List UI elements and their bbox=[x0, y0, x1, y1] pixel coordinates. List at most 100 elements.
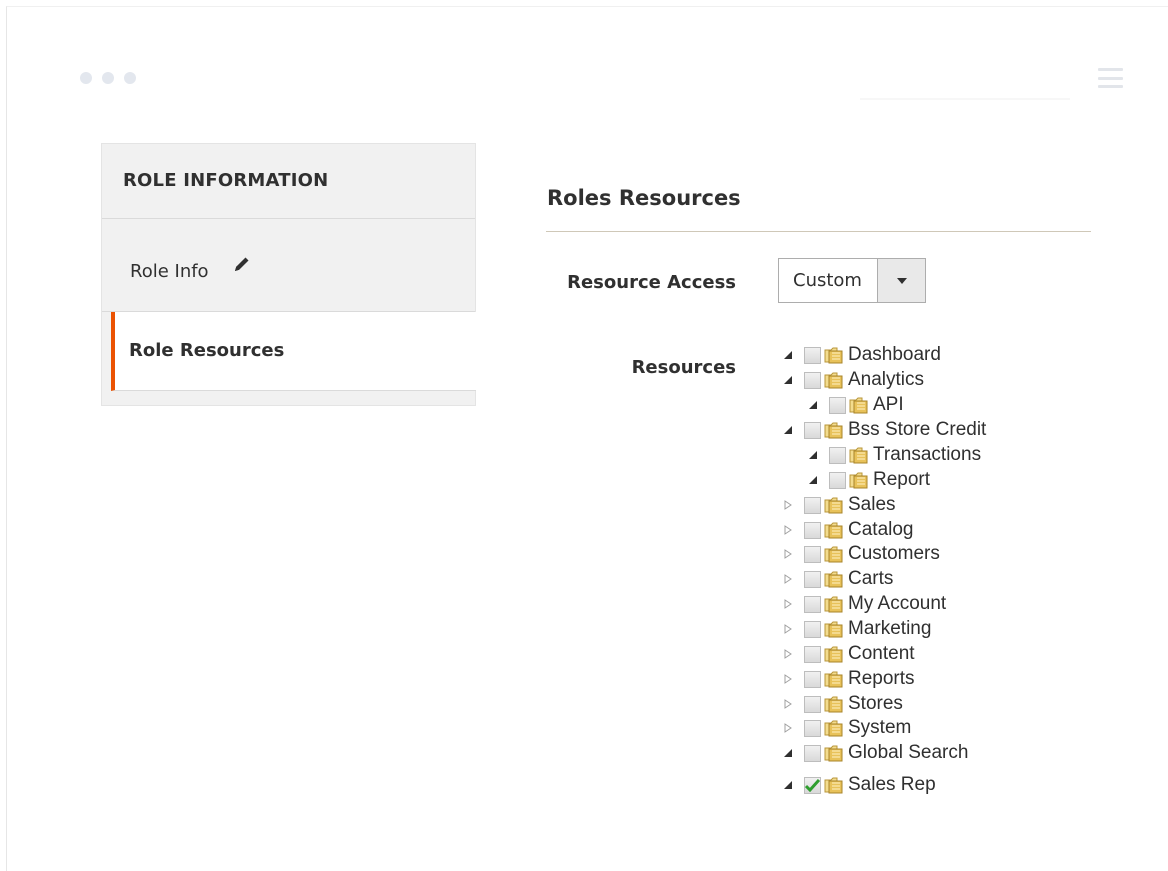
folder-icon bbox=[824, 620, 844, 638]
tree-node[interactable]: Reports bbox=[782, 667, 915, 691]
section-title: Roles Resources bbox=[547, 186, 741, 210]
tree-node[interactable]: Report bbox=[807, 468, 930, 492]
checkbox[interactable] bbox=[804, 719, 821, 737]
caret-collapsed-icon[interactable] bbox=[782, 499, 794, 511]
checkbox[interactable] bbox=[804, 595, 821, 613]
tree-node[interactable]: Customers bbox=[782, 542, 940, 566]
folder-icon bbox=[824, 645, 844, 663]
folder-icon bbox=[824, 421, 844, 439]
caret-expanded-icon[interactable] bbox=[807, 449, 819, 461]
resource-access-label: Resource Access bbox=[567, 272, 736, 293]
caret-expanded-icon[interactable] bbox=[782, 374, 794, 386]
window-dots bbox=[80, 72, 136, 84]
hamburger-icon[interactable] bbox=[1098, 68, 1123, 88]
checkbox-checked[interactable] bbox=[804, 776, 821, 794]
folder-icon bbox=[824, 719, 844, 737]
tree-node[interactable]: System bbox=[782, 716, 911, 740]
tree-node-label[interactable]: System bbox=[848, 717, 911, 739]
checkbox[interactable] bbox=[804, 346, 821, 364]
tree-node[interactable]: Sales bbox=[782, 493, 896, 517]
checkbox[interactable] bbox=[804, 521, 821, 539]
caret-expanded-icon[interactable] bbox=[782, 349, 794, 361]
tree-node[interactable]: Bss Store Credit bbox=[782, 418, 986, 442]
checkbox[interactable] bbox=[804, 670, 821, 688]
tree-node-label[interactable]: My Account bbox=[848, 593, 946, 615]
caret-collapsed-icon[interactable] bbox=[782, 548, 794, 560]
caret-collapsed-icon[interactable] bbox=[782, 698, 794, 710]
tree-node[interactable]: My Account bbox=[782, 592, 946, 616]
caret-collapsed-icon[interactable] bbox=[782, 722, 794, 734]
sidebar-item-label: Role Info bbox=[130, 261, 209, 282]
caret-collapsed-icon[interactable] bbox=[782, 573, 794, 585]
caret-expanded-icon[interactable] bbox=[807, 399, 819, 411]
tree-node[interactable]: Content bbox=[782, 642, 915, 666]
caret-expanded-icon[interactable] bbox=[807, 474, 819, 486]
chevron-down-icon[interactable] bbox=[877, 259, 925, 302]
checkbox[interactable] bbox=[829, 446, 846, 464]
caret-collapsed-icon[interactable] bbox=[782, 623, 794, 635]
tree-node-label[interactable]: Customers bbox=[848, 543, 940, 565]
caret-expanded-icon[interactable] bbox=[782, 424, 794, 436]
checkbox[interactable] bbox=[829, 471, 846, 489]
folder-icon bbox=[824, 776, 844, 794]
tree-node-label[interactable]: Carts bbox=[848, 568, 893, 590]
tree-node-label[interactable]: API bbox=[873, 394, 904, 416]
tree-node-label[interactable]: Reports bbox=[848, 668, 915, 690]
divider bbox=[860, 98, 1070, 100]
tree-node-label[interactable]: Transactions bbox=[873, 444, 981, 466]
window-dot bbox=[80, 72, 92, 84]
tree-node[interactable]: Marketing bbox=[782, 617, 931, 641]
folder-icon bbox=[849, 396, 869, 414]
tree-node[interactable]: Catalog bbox=[782, 518, 914, 542]
checkbox[interactable] bbox=[804, 744, 821, 762]
caret-collapsed-icon[interactable] bbox=[782, 524, 794, 536]
resources-label: Resources bbox=[631, 357, 736, 378]
caret-collapsed-icon[interactable] bbox=[782, 598, 794, 610]
tree-node[interactable]: Carts bbox=[782, 567, 893, 591]
select-value: Custom bbox=[793, 270, 862, 291]
tree-node[interactable]: Transactions bbox=[807, 443, 981, 467]
tree-node[interactable]: Dashboard bbox=[782, 343, 941, 367]
caret-expanded-icon[interactable] bbox=[782, 747, 794, 759]
checkbox[interactable] bbox=[804, 545, 821, 563]
role-information-panel: ROLE INFORMATION Role Info Role Resource… bbox=[101, 143, 476, 406]
window-dot bbox=[124, 72, 136, 84]
folder-icon bbox=[824, 695, 844, 713]
tree-node[interactable]: Global Search bbox=[782, 741, 968, 765]
tree-node[interactable]: API bbox=[807, 393, 904, 417]
checkbox[interactable] bbox=[804, 620, 821, 638]
tree-node[interactable]: Stores bbox=[782, 692, 903, 716]
tree-node-label[interactable]: Dashboard bbox=[848, 344, 941, 366]
sidebar-item-role-resources[interactable]: Role Resources bbox=[111, 312, 476, 391]
caret-collapsed-icon[interactable] bbox=[782, 648, 794, 660]
tree-node-label[interactable]: Global Search bbox=[848, 742, 968, 764]
tree-node-label[interactable]: Analytics bbox=[848, 369, 924, 391]
window-frame bbox=[6, 6, 1168, 871]
tree-node-label[interactable]: Bss Store Credit bbox=[848, 419, 986, 441]
folder-icon bbox=[824, 744, 844, 762]
checkbox[interactable] bbox=[804, 496, 821, 514]
tree-node[interactable]: Sales Rep bbox=[782, 773, 936, 797]
panel-title: ROLE INFORMATION bbox=[102, 144, 475, 219]
folder-icon bbox=[824, 371, 844, 389]
checkbox[interactable] bbox=[804, 695, 821, 713]
tree-node-label[interactable]: Report bbox=[873, 469, 930, 491]
checkbox[interactable] bbox=[804, 645, 821, 663]
tree-node-label[interactable]: Sales bbox=[848, 494, 896, 516]
resource-access-select[interactable]: Custom bbox=[778, 258, 926, 303]
tree-node-label[interactable]: Catalog bbox=[848, 519, 914, 541]
tree-node-label[interactable]: Stores bbox=[848, 693, 903, 715]
sidebar-item-role-info[interactable]: Role Info bbox=[102, 219, 475, 312]
checkbox[interactable] bbox=[804, 570, 821, 588]
caret-collapsed-icon[interactable] bbox=[782, 673, 794, 685]
tree-node-label[interactable]: Marketing bbox=[848, 618, 931, 640]
tree-node[interactable]: Analytics bbox=[782, 368, 924, 392]
checkbox[interactable] bbox=[804, 421, 821, 439]
folder-icon bbox=[824, 496, 844, 514]
sidebar-item-label: Role Resources bbox=[129, 340, 285, 361]
tree-node-label[interactable]: Sales Rep bbox=[848, 774, 936, 796]
tree-node-label[interactable]: Content bbox=[848, 643, 915, 665]
caret-expanded-icon[interactable] bbox=[782, 779, 794, 791]
checkbox[interactable] bbox=[804, 371, 821, 389]
checkbox[interactable] bbox=[829, 396, 846, 414]
